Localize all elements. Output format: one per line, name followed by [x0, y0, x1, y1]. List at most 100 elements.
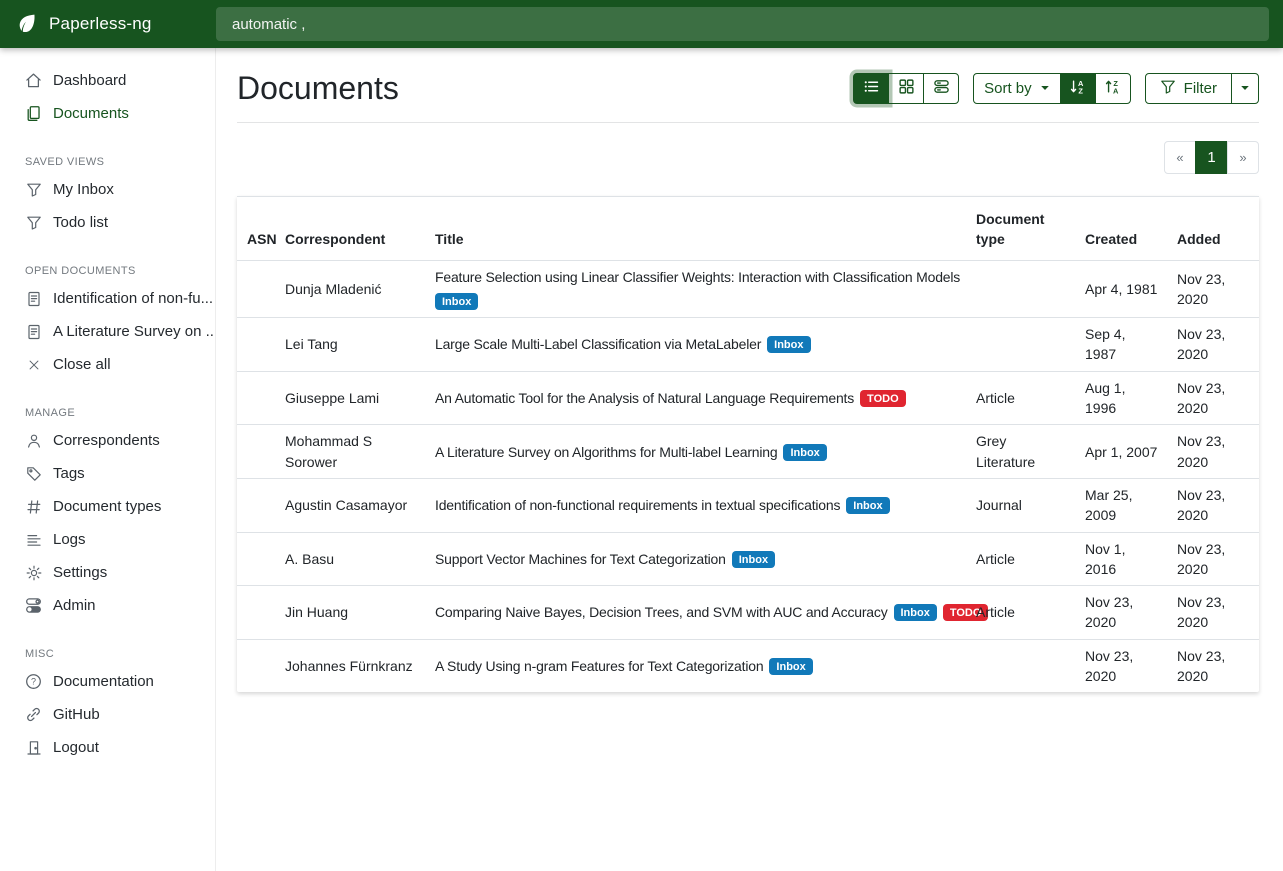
- close-icon: [25, 356, 42, 373]
- document-type-cell: Journal: [966, 478, 1075, 532]
- sidebar-item-my-inbox[interactable]: My Inbox: [0, 173, 215, 206]
- column-header-title[interactable]: Title: [425, 197, 966, 261]
- tag-icon: [25, 465, 42, 482]
- gear-icon: [25, 564, 42, 581]
- sort-descending-button[interactable]: AZ: [1060, 73, 1096, 104]
- table-row: Dunja Mladenić Feature Selection using Li…: [237, 260, 1259, 318]
- sidebar-item-logout[interactable]: Logout: [0, 731, 215, 764]
- column-header-created[interactable]: Created: [1075, 197, 1167, 261]
- added-cell: Nov 23, 2020: [1167, 478, 1259, 532]
- sidebar-item-logs[interactable]: Logs: [0, 523, 215, 556]
- sidebar-item-correspondents[interactable]: Correspondents: [0, 424, 215, 457]
- tag-badge-inbox[interactable]: Inbox: [767, 336, 810, 353]
- correspondent-cell: A. Basu: [275, 532, 425, 586]
- sidebar-item-todo-list[interactable]: Todo list: [0, 206, 215, 239]
- filter-dropdown-button[interactable]: [1231, 73, 1259, 104]
- document-title-link[interactable]: A Literature Survey on Algorithms for Mu…: [435, 444, 777, 460]
- title-cell: Large Scale Multi-Label Classification v…: [425, 318, 966, 372]
- documents-table: ASNCorrespondentTitleDocument typeCreate…: [237, 196, 1259, 692]
- created-cell: Aug 1, 1996: [1075, 371, 1167, 425]
- documents-icon: [25, 105, 42, 122]
- tag-badge-todo[interactable]: TODO: [860, 390, 906, 407]
- sidebar-item-identification-of-non-fu[interactable]: Identification of non-fu...: [0, 282, 215, 315]
- door-icon: [25, 739, 42, 756]
- divider: [237, 122, 1259, 123]
- document-title-link[interactable]: A Study Using n-gram Features for Text C…: [435, 658, 763, 674]
- sidebar-item-close-all[interactable]: Close all: [0, 348, 215, 381]
- added-cell: Nov 23, 2020: [1167, 260, 1259, 318]
- sidebar: Dashboard Documents SAVED VIEWS My InboxTod…: [0, 48, 216, 871]
- svg-text:?: ?: [31, 677, 36, 687]
- file-text-icon: [25, 290, 42, 307]
- title-cell: An Automatic Tool for the Analysis of Na…: [425, 371, 966, 425]
- column-header-asn[interactable]: ASN: [237, 197, 275, 261]
- sidebar-item-dashboard[interactable]: Dashboard: [0, 64, 215, 97]
- sidebar-item-settings[interactable]: Settings: [0, 556, 215, 589]
- app-title: Paperless-ng: [49, 14, 152, 34]
- table-row: Agustin Casamayor Identification of non-f…: [237, 478, 1259, 532]
- link-icon: [25, 706, 42, 723]
- tag-badge-inbox[interactable]: Inbox: [732, 551, 775, 568]
- table-row: Lei TangLarge Scale Multi-Label Classifi…: [237, 318, 1259, 372]
- document-title-link[interactable]: Identification of non-functional require…: [435, 497, 840, 513]
- pagination-page-1-button[interactable]: 1: [1195, 141, 1228, 174]
- list-view-button[interactable]: [853, 73, 889, 104]
- sidebar-item-a-literature-survey-on[interactable]: A Literature Survey on ...: [0, 315, 215, 348]
- sidebar-item-label: A Literature Survey on ...: [53, 323, 216, 340]
- correspondent-cell: Agustin Casamayor: [275, 478, 425, 532]
- correspondent-cell: Dunja Mladenić: [275, 260, 425, 318]
- sidebar-item-label: Documentation: [53, 673, 154, 690]
- asn-cell: [237, 532, 275, 586]
- sidebar-section-heading: MANAGE: [25, 407, 199, 419]
- svg-text:A: A: [1113, 87, 1119, 95]
- home-icon: [25, 72, 42, 89]
- grid-view-button[interactable]: [888, 73, 924, 104]
- sidebar-section-heading: SAVED VIEWS: [25, 156, 199, 168]
- hash-icon: [25, 498, 42, 515]
- detail-view-icon: [933, 78, 950, 99]
- document-type-cell: Article: [966, 586, 1075, 640]
- sidebar-item-documentation[interactable]: ? Documentation: [0, 665, 215, 698]
- sidebar-item-document-types[interactable]: Document types: [0, 490, 215, 523]
- document-title-link[interactable]: Comparing Naive Bayes, Decision Trees, a…: [435, 604, 888, 620]
- document-title-link[interactable]: An Automatic Tool for the Analysis of Na…: [435, 390, 854, 406]
- sidebar-item-tags[interactable]: Tags: [0, 457, 215, 490]
- sidebar-item-label: Documents: [53, 105, 129, 122]
- sidebar-item-label: Admin: [53, 597, 96, 614]
- filter-button[interactable]: Filter: [1145, 73, 1232, 104]
- document-title-link[interactable]: Support Vector Machines for Text Categor…: [435, 551, 726, 567]
- sort-by-button[interactable]: Sort by: [973, 73, 1061, 104]
- list-view-icon: [863, 78, 880, 99]
- sidebar-item-label: Close all: [53, 356, 111, 373]
- column-header-added[interactable]: Added: [1167, 197, 1259, 261]
- sort-group: Sort by AZ ZA: [973, 73, 1131, 104]
- tag-badge-inbox[interactable]: Inbox: [894, 604, 937, 621]
- sort-ascending-button[interactable]: ZA: [1095, 73, 1131, 104]
- tag-badge-inbox[interactable]: Inbox: [846, 497, 889, 514]
- document-title-link[interactable]: Feature Selection using Linear Classifie…: [435, 269, 960, 285]
- tag-badge-inbox[interactable]: Inbox: [783, 444, 826, 461]
- funnel-icon: [25, 181, 42, 198]
- sidebar-section-heading: MISC: [25, 648, 199, 660]
- table-header-row: ASNCorrespondentTitleDocument typeCreate…: [237, 197, 1259, 261]
- sidebar-item-admin[interactable]: Admin: [0, 589, 215, 622]
- column-header-correspondent[interactable]: Correspondent: [275, 197, 425, 261]
- document-title-link[interactable]: Large Scale Multi-Label Classification v…: [435, 336, 761, 352]
- column-header-document-type[interactable]: Document type: [966, 197, 1075, 261]
- tag-badge-inbox[interactable]: Inbox: [769, 658, 812, 675]
- created-cell: Nov 1, 2016: [1075, 532, 1167, 586]
- question-icon: ?: [25, 673, 42, 690]
- sidebar-item-github[interactable]: GitHub: [0, 698, 215, 731]
- title-cell: Identification of non-functional require…: [425, 478, 966, 532]
- app-header: Paperless-ng: [0, 0, 1283, 48]
- search-input[interactable]: [216, 7, 1269, 41]
- detail-view-button[interactable]: [923, 73, 959, 104]
- grid-view-icon: [898, 78, 915, 99]
- sidebar-item-documents[interactable]: Documents: [0, 97, 215, 130]
- pagination-prev-button[interactable]: «: [1164, 141, 1196, 174]
- table-row: Giuseppe LamiAn Automatic Tool for the A…: [237, 371, 1259, 425]
- tag-badge-inbox[interactable]: Inbox: [435, 293, 478, 310]
- app-brand-link[interactable]: Paperless-ng: [0, 12, 216, 36]
- pagination-next-button[interactable]: »: [1227, 141, 1259, 174]
- added-cell: Nov 23, 2020: [1167, 371, 1259, 425]
